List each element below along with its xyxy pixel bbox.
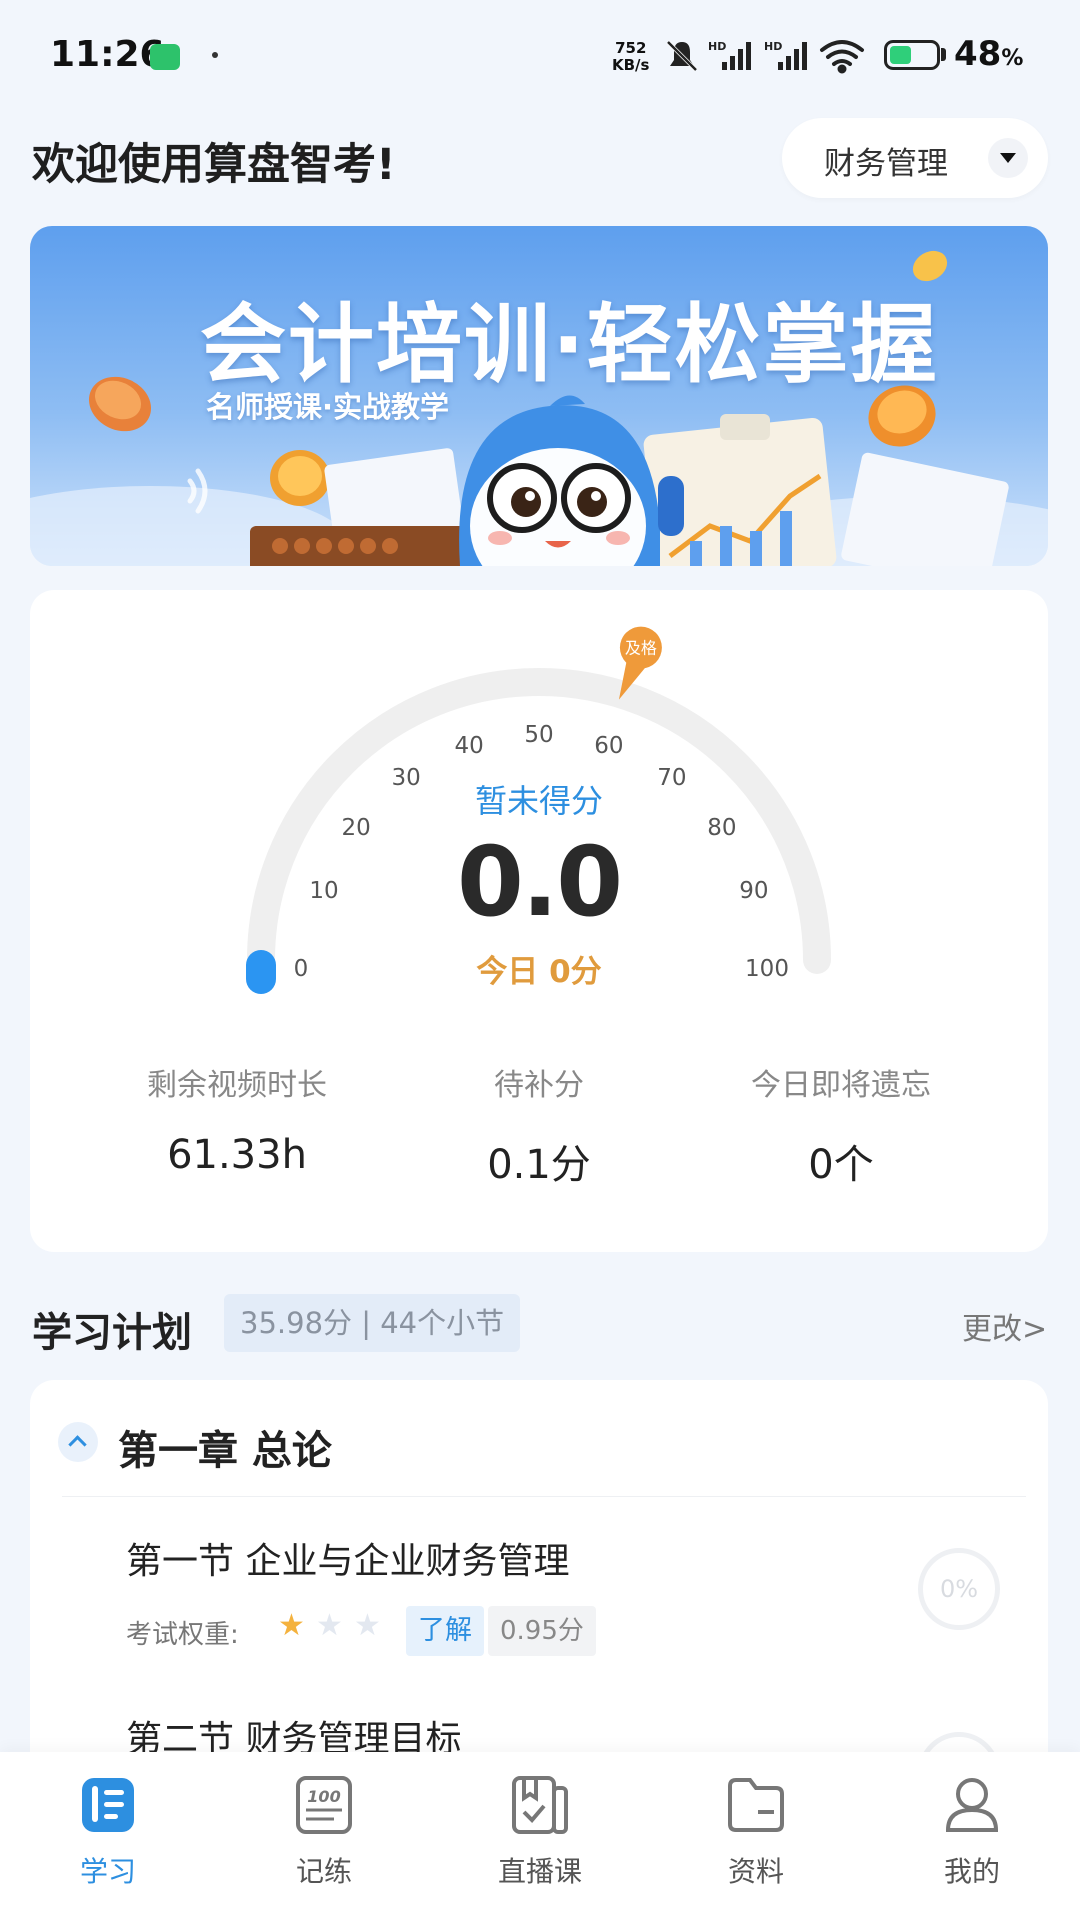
welcome-title: 欢迎使用算盘智考!: [32, 140, 396, 190]
stat-label: 剩余视频时长: [147, 1068, 327, 1103]
nav-label: 资料: [727, 1855, 784, 1888]
study-plan-card: 第一章 总论 第一节 企业与企业财务管理 考试权重: ★ ★ ★ 了解 0.95…: [30, 1380, 1048, 1780]
caret-down-icon: [988, 138, 1028, 178]
nav-tab-profile[interactable]: 我的: [864, 1772, 1080, 1890]
divider: [62, 1496, 1026, 1497]
svg-text:HD: HD: [764, 40, 782, 53]
status-icons: HD HD: [666, 40, 864, 74]
score-status: 暂未得分: [474, 782, 603, 820]
stat-label: 待补分: [494, 1068, 584, 1103]
stat-pending-score[interactable]: 待补分 0.1分: [389, 1060, 689, 1190]
coin-icon: [270, 450, 330, 506]
star-empty-icon: ★: [316, 1608, 343, 1643]
gauge-tick-label: 50: [524, 722, 553, 748]
status-time: 11:26: [50, 34, 165, 75]
pass-marker-label: 及格: [625, 639, 657, 658]
network-speed-value: 752: [615, 39, 647, 57]
nav-label: 学习: [79, 1855, 136, 1888]
stat-value: 0个: [808, 1142, 874, 1188]
profile-icon: [945, 1778, 999, 1832]
live-class-icon: [512, 1776, 568, 1834]
promo-banner[interactable]: 会计培训·轻松掌握 名师授课·实战教学: [30, 226, 1048, 566]
svg-text:HD: HD: [708, 40, 726, 53]
score-card: 0 10 20 30 40 50 60 70 80 90 100 及格 暂未得分 0.0 今日 0分…: [30, 590, 1048, 1252]
abacus-icon: [250, 526, 480, 566]
svg-text:100: 100: [307, 1787, 340, 1806]
practice-icon: 100: [296, 1776, 352, 1834]
gauge-tick-label: 60: [594, 733, 623, 759]
gauge-tick-label: 40: [455, 733, 484, 759]
nav-tab-live-class[interactable]: 直播课: [432, 1772, 648, 1890]
stat-remaining-video[interactable]: 剩余视频时长 61.33h: [87, 1060, 387, 1178]
stat-label: 今日即将遗忘: [751, 1068, 931, 1103]
change-plan-link[interactable]: 更改>: [962, 1304, 1047, 1348]
network-speed-unit: KB/s: [612, 56, 650, 74]
nav-tab-materials[interactable]: 资料: [648, 1772, 864, 1890]
network-speed: 752 KB/s: [612, 40, 649, 74]
nav-label: 直播课: [497, 1855, 582, 1888]
study-icon: [82, 1778, 134, 1832]
nav-label: 我的: [943, 1855, 1000, 1888]
progress-ring: 0%: [918, 1548, 1000, 1630]
nav-label: 记练: [295, 1855, 352, 1888]
signal-icon-1: HD: [708, 40, 751, 70]
star-filled-icon: ★: [278, 1608, 305, 1643]
bottom-navigation: 学习 100 记练 直播课 资料 我的: [0, 1752, 1080, 1920]
battery-icon: [884, 40, 940, 70]
wechat-notification-icon: [150, 44, 180, 70]
chevron-up-icon[interactable]: [58, 1422, 98, 1462]
subject-dropdown[interactable]: 财务管理: [782, 118, 1048, 198]
nav-tab-practice[interactable]: 100 记练: [216, 1772, 432, 1890]
subject-label: 财务管理: [824, 146, 948, 182]
study-plan-title: 学习计划: [32, 1310, 192, 1356]
weight-label: 考试权重:: [126, 1620, 239, 1650]
knowledge-level-tag: 了解: [406, 1606, 484, 1656]
section-title: 第一节 企业与企业财务管理: [126, 1541, 570, 1582]
star-empty-icon: ★: [354, 1608, 381, 1643]
chapter-title[interactable]: 第一章 总论: [118, 1418, 332, 1476]
coin-icon: [88, 376, 152, 432]
banner-title: 会计培训·轻松掌握: [200, 295, 939, 395]
stat-value: 0.1分: [487, 1142, 591, 1188]
section-score-tag: 0.95分: [488, 1606, 596, 1656]
battery-percent: 48%: [954, 34, 1024, 74]
stat-forget-today[interactable]: 今日即将遗忘 0个: [691, 1060, 991, 1190]
stat-value: 61.33h: [167, 1132, 307, 1178]
battery-tip: [941, 48, 946, 61]
score-value: 0.0: [456, 826, 623, 938]
notification-dot: [212, 52, 218, 58]
banner-subtitle: 名师授课·实战教学: [206, 390, 450, 424]
mute-bell-icon: [666, 40, 698, 72]
today-score: 今日 0分: [476, 954, 602, 990]
materials-icon: [728, 1778, 784, 1832]
study-plan-summary: 35.98分 | 44个小节: [224, 1294, 521, 1352]
nav-tab-study[interactable]: 学习: [0, 1772, 216, 1890]
wifi-icon: [820, 40, 864, 74]
mascot-character: [459, 395, 684, 566]
battery-level: [890, 46, 912, 64]
signal-icon-2: HD: [764, 40, 807, 70]
